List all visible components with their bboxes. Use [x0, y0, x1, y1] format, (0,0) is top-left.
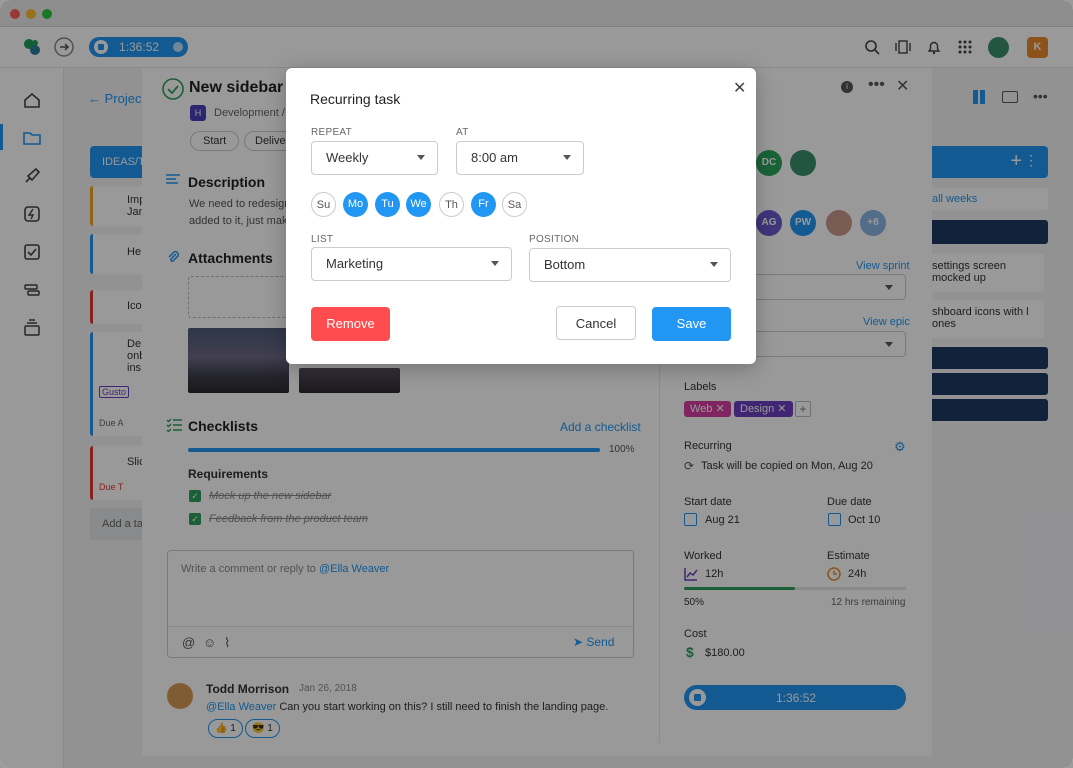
list-select[interactable]: Marketing: [311, 247, 512, 281]
time-select[interactable]: 8:00 am: [456, 141, 584, 175]
at-label: AT: [456, 127, 469, 138]
chevron-down-icon: [417, 155, 425, 160]
app-window: 1:36:52 K ← Projec IDEAS/TA + ⋮ all week…: [0, 0, 1073, 768]
chevron-down-icon: [491, 261, 499, 266]
list-value: Marketing: [326, 256, 384, 271]
time-value: 8:00 am: [471, 150, 518, 165]
modal-title: Recurring task: [310, 91, 401, 107]
weekday-su-toggle[interactable]: Su: [311, 192, 336, 217]
weekday-tu-toggle[interactable]: Tu: [375, 192, 400, 217]
weekday-sa-toggle[interactable]: Sa: [502, 192, 527, 217]
remove-button[interactable]: Remove: [311, 307, 390, 341]
position-label: POSITION: [529, 234, 580, 245]
chevron-down-icon: [563, 155, 571, 160]
weekday-we-toggle[interactable]: We: [406, 192, 431, 217]
list-label: LIST: [311, 234, 334, 245]
position-value: Bottom: [544, 257, 586, 272]
weekday-fr-toggle[interactable]: Fr: [471, 192, 496, 217]
repeat-label: REPEAT: [311, 127, 353, 138]
weekday-th-toggle[interactable]: Th: [439, 192, 464, 217]
cancel-button[interactable]: Cancel: [556, 306, 636, 340]
repeat-value: Weekly: [326, 150, 369, 165]
repeat-select[interactable]: Weekly: [311, 141, 438, 175]
save-button[interactable]: Save: [652, 307, 731, 341]
recurring-task-modal: Recurring task ✕ REPEAT Weekly AT 8:00 a…: [286, 68, 756, 364]
chevron-down-icon: [710, 262, 718, 267]
position-select[interactable]: Bottom: [529, 248, 731, 282]
modal-close-icon[interactable]: ✕: [733, 78, 746, 98]
weekday-mo-toggle[interactable]: Mo: [343, 192, 368, 217]
